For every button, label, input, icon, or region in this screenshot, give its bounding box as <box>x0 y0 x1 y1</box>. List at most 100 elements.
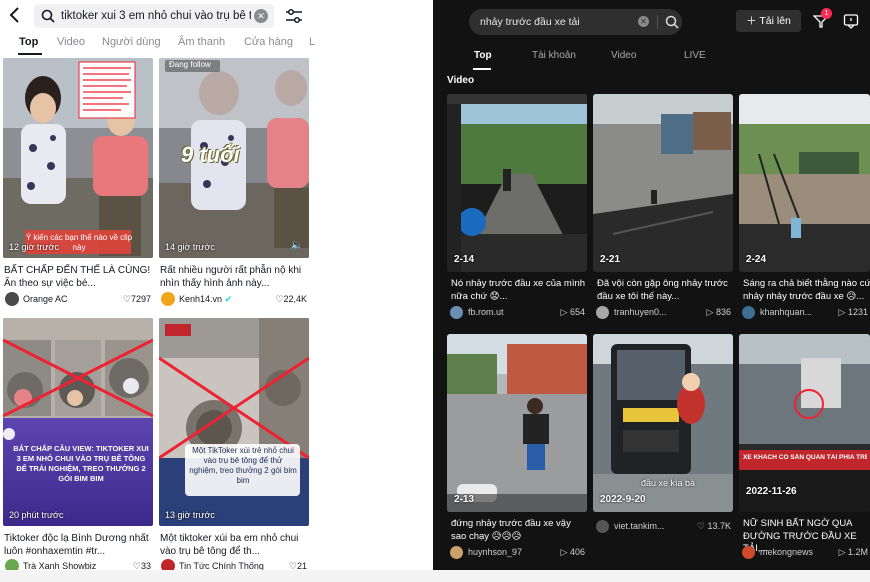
verified-badge-icon: ✔ <box>224 294 233 304</box>
avatar[interactable] <box>596 520 609 533</box>
video-card[interactable]: 2-24 Sáng ra chả biết thằng nào cứ nhảy … <box>739 94 870 322</box>
video-caption[interactable]: Đã vội còn gặp ông nhảy trước đầu xe tôi… <box>597 278 733 303</box>
search-icon[interactable] <box>665 15 679 29</box>
video-thumbnail[interactable]: BẮT CHẤP CÂU VIEW: TIKTOKER XUI 3 EM NHỎ… <box>3 318 153 526</box>
play-icon: ▷ <box>706 307 716 317</box>
video-card[interactable]: đầu xe kìa bà 2022-9-20 viet.tankim... ♡… <box>593 334 733 564</box>
search-input[interactable]: nhảy trước đầu xe tải ✕ <box>469 9 682 35</box>
video-caption[interactable]: đứng nhảy trước đầu xe vậy sao chạy 😥😥😥 <box>451 518 587 543</box>
video-card[interactable]: 2-21 Đã vội còn gặp ông nhảy trước đầu x… <box>593 94 733 322</box>
author-name[interactable]: mekongnews <box>760 547 813 557</box>
video-thumbnail[interactable]: 2-14 <box>447 94 587 272</box>
video-card[interactable]: Ý kiến các bạn thế nào về clip này 12 gi… <box>3 58 153 308</box>
video-card[interactable]: 2-14 Nó nhảy trước đầu xe của mình nữa c… <box>447 94 587 322</box>
upload-button[interactable]: ＋ Tải lên <box>736 10 801 32</box>
author-name[interactable]: Orange AC <box>23 294 68 304</box>
tab-video[interactable]: Video <box>611 50 636 61</box>
video-thumbnail[interactable]: XE KHÁCH CỐ SẮN QUAN TÀI PHÍA TRÊN 2022-… <box>739 334 870 512</box>
search-input[interactable]: tiktoker xui 3 em nhỏ chui vào trụ bê tô… <box>34 4 274 28</box>
tab-top[interactable]: Top <box>19 36 38 48</box>
post-date: 2-21 <box>600 254 621 265</box>
messages-icon[interactable] <box>843 13 859 29</box>
video-thumbnail[interactable]: đầu xe kìa bà 2022-9-20 <box>593 334 733 512</box>
video-caption[interactable]: Sáng ra chả biết thằng nào cứ nhảy nhảy … <box>743 278 870 303</box>
tab-shop[interactable]: Cửa hàng <box>244 36 293 48</box>
search-query-text[interactable]: tiktoker xui 3 em nhỏ chui vào trụ bê tô… <box>61 10 251 22</box>
video-meta: mekongnews ▷ 1.2M <box>742 546 870 560</box>
overlay-headline: Một TikToker xúi trẻ nhỏ chui vào trụ bê… <box>189 446 297 485</box>
avatar[interactable] <box>742 306 755 319</box>
post-date: 2-13 <box>454 494 475 505</box>
tab-live[interactable]: LIVE <box>684 50 706 61</box>
right-tab-bar: Top Tài khoản Video LIVE <box>433 50 870 72</box>
tab-users[interactable]: Người dùng <box>102 36 161 48</box>
back-arrow-icon[interactable] <box>6 5 26 25</box>
tab-accounts[interactable]: Tài khoản <box>532 50 576 61</box>
view-count: ♡ 13.7K <box>696 521 731 531</box>
video-thumbnail[interactable]: Ý kiến các bạn thế nào về clip này 12 gi… <box>3 58 153 258</box>
search-icon <box>41 9 55 23</box>
post-date: 2022-9-20 <box>600 494 646 505</box>
tab-top[interactable]: Top <box>474 50 492 61</box>
avatar[interactable] <box>5 292 19 306</box>
post-date: 2022-11-26 <box>746 486 797 497</box>
author-name[interactable]: huynhson_97 <box>468 547 522 557</box>
avatar[interactable] <box>596 306 609 319</box>
video-thumbnail[interactable]: 2-21 <box>593 94 733 272</box>
tab-sounds[interactable]: Âm thanh <box>178 36 225 48</box>
video-caption[interactable]: Rất nhiều người rất phẫn nộ khi nhìn thấ… <box>160 264 308 290</box>
clear-search-icon[interactable]: ✕ <box>638 16 649 27</box>
video-caption[interactable]: Nó nhảy trước đầu xe của mình nữa chứ 😟.… <box>451 278 587 303</box>
overlay-big-text: 9 tuổi <box>181 142 240 167</box>
like-count: ♡7297 <box>122 294 151 304</box>
overlay-caption: đầu xe kìa bà <box>641 478 696 488</box>
video-card[interactable]: 2-13 đứng nhảy trước đầu xe vậy sao chạy… <box>447 334 587 564</box>
post-date: 2-24 <box>746 254 767 265</box>
overlay-headline: XE KHÁCH CỐ SẮN QUAN TÀI PHÍA TRÊN <box>743 454 867 461</box>
video-thumbnail[interactable]: Đang follow 9 tuổi 14 giờ trước 🔈 <box>159 58 309 258</box>
video-meta: fb.rom.ut ▷ 654 <box>450 306 587 320</box>
author-name[interactable]: viet.tankim... <box>614 521 665 531</box>
author-name[interactable]: khanhquan... <box>760 307 812 317</box>
video-card[interactable]: BẮT CHẤP CÂU VIEW: TIKTOKER XUI 3 EM NHỎ… <box>3 318 153 573</box>
video-card[interactable]: Một TikToker xúi trẻ nhỏ chui vào trụ bê… <box>159 318 309 573</box>
video-card[interactable]: Đang follow 9 tuổi 14 giờ trước 🔈 Rất nh… <box>159 58 309 308</box>
play-icon: ▷ <box>838 547 848 557</box>
video-meta: viet.tankim... ♡ 13.7K <box>596 520 733 534</box>
overlay-headline: BẮT CHẤP CÂU VIEW: TIKTOKER XUI 3 EM NHỎ… <box>13 444 149 483</box>
left-tab-bar: Top Video Người dùng Âm thanh Cửa hàng L <box>0 36 433 56</box>
video-thumbnail[interactable]: 2-24 <box>739 94 870 272</box>
video-card[interactable]: XE KHÁCH CỐ SẮN QUAN TÀI PHÍA TRÊN 2022-… <box>739 334 870 564</box>
post-time: 20 phút trước <box>9 510 64 520</box>
heart-icon: ♡ <box>696 521 708 531</box>
view-count: ▷ 406 <box>560 547 585 557</box>
author-name[interactable]: Kenh14.vn ✔ <box>179 294 232 305</box>
video-meta: khanhquan... ▷ 1231 <box>742 306 870 320</box>
video-thumbnail[interactable]: Một TikToker xúi trẻ nhỏ chui vào trụ bê… <box>159 318 309 526</box>
avatar[interactable] <box>742 546 755 559</box>
left-search-panel: tiktoker xui 3 em nhỏ chui vào trụ bê tô… <box>0 0 433 582</box>
plus-icon: ＋ <box>746 15 757 27</box>
video-meta: Kenh14.vn ✔ ♡22,4K <box>159 292 309 308</box>
avatar[interactable] <box>450 306 463 319</box>
author-name[interactable]: tranhuyen0... <box>614 307 667 317</box>
volume-icon[interactable]: 🔈 <box>291 240 303 251</box>
search-query-text[interactable]: nhảy trước đầu xe tải <box>480 16 580 28</box>
avatar[interactable] <box>450 546 463 559</box>
section-title: Video <box>447 75 475 86</box>
video-caption[interactable]: Một tiktoker xúi ba em nhỏ chui vào trụ … <box>160 532 308 558</box>
video-caption[interactable]: BẤT CHẤP ĐẾN THẾ LÀ CÙNG! Ăn theo sự việ… <box>4 264 152 290</box>
tab-video[interactable]: Video <box>57 36 85 48</box>
avatar[interactable] <box>161 292 175 306</box>
play-icon: ▷ <box>838 307 848 317</box>
search-divider <box>657 15 658 29</box>
clear-search-icon[interactable]: ✕ <box>254 9 268 23</box>
video-caption[interactable]: Tiktoker độc lạ Bình Dương nhất luôn #on… <box>4 532 152 558</box>
tab-live-truncated[interactable]: L <box>309 36 315 48</box>
video-thumbnail[interactable]: 2-13 <box>447 334 587 512</box>
video-meta: tranhuyen0... ▷ 836 <box>596 306 733 320</box>
video-meta: Orange AC ♡7297 <box>3 292 153 308</box>
author-name[interactable]: fb.rom.ut <box>468 307 504 317</box>
view-count: ▷ 654 <box>560 307 585 317</box>
filter-sliders-icon[interactable] <box>284 7 304 25</box>
